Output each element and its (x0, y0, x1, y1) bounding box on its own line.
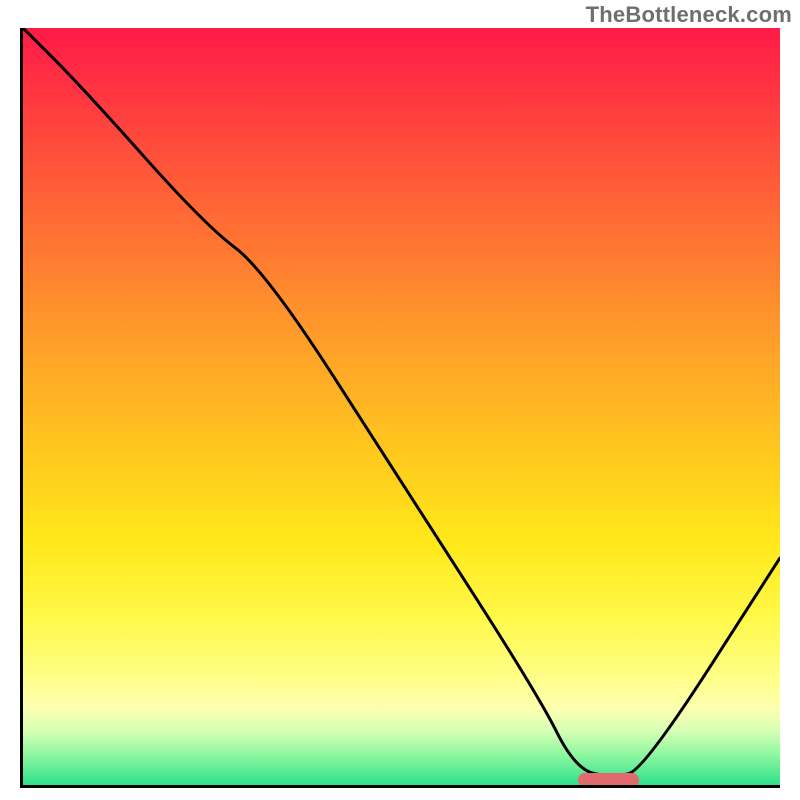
bottleneck-curve-path (23, 28, 780, 776)
plot-area (20, 28, 780, 788)
optimal-range-marker (578, 773, 639, 787)
bottleneck-chart: TheBottleneck.com (0, 0, 800, 800)
watermark-text: TheBottleneck.com (586, 2, 792, 28)
curve-layer (23, 28, 780, 785)
